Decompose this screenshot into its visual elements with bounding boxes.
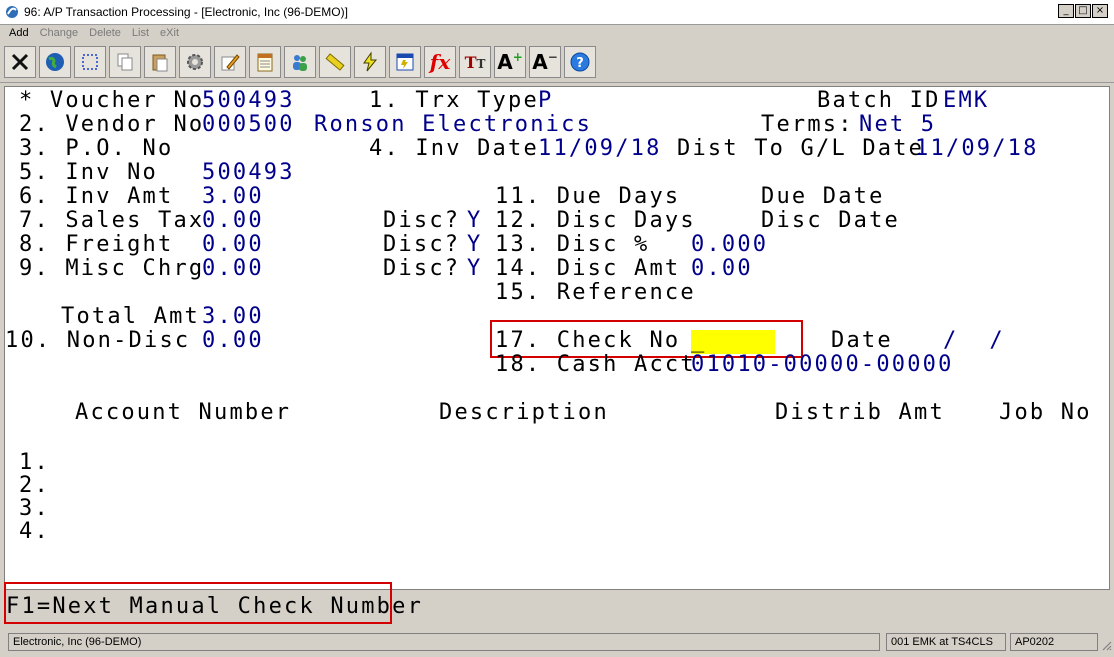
sales-tax-disc-flag[interactable]: Y [467,209,482,233]
toolbar: fx TT A + A − ? [0,42,1114,83]
disc-pct-field[interactable]: 0.000 [691,233,768,257]
sales-tax-field[interactable]: 0.00 [202,209,264,233]
menu-add[interactable]: Add [9,27,29,39]
voucher-label: * Voucher No [19,88,205,113]
terms-value: Net 5 [859,112,937,137]
status-user: 001 EMK at TS4CLS [886,633,1006,651]
freight-field[interactable]: 0.00 [202,233,264,257]
f1-hint-highlight-box [4,582,392,624]
status-bar: Electronic, Inc (96-DEMO) 001 EMK at TS4… [0,632,1114,653]
misc-chrg-label: 9. Misc Chrg [19,256,205,281]
col-distrib-amt: Distrib Amt [775,400,945,425]
misc-chrg-field[interactable]: 0.00 [202,257,264,281]
edit-pencil-icon[interactable] [214,46,246,78]
menu-list[interactable]: List [132,27,149,39]
status-program: AP0202 [1010,633,1098,651]
col-account-number: Account Number [75,400,292,425]
app-icon [6,6,18,18]
ruler-icon[interactable] [319,46,351,78]
disc-date-label: Disc Date [761,208,901,233]
check-no-field[interactable]: _ [691,329,706,353]
font-decrease-icon[interactable]: A − [529,46,561,78]
settings-gear-icon[interactable] [179,46,211,78]
sales-tax-label: 7. Sales Tax [19,208,205,233]
inv-amt-label: 6. Inv Amt [19,184,174,209]
non-disc-label: 10. Non-Disc [5,328,191,353]
inv-no-field[interactable]: 500493 [202,161,295,185]
help-icon[interactable]: ? [564,46,596,78]
minimize-button[interactable]: _ [1058,4,1074,18]
maximize-button[interactable]: □ [1075,4,1091,18]
col-description: Description [439,400,609,425]
misc-disc-label: Disc? [383,256,461,281]
users-icon[interactable] [284,46,316,78]
inv-date-field[interactable]: 11/09/18 [538,137,662,161]
menu-delete[interactable]: Delete [89,27,121,39]
check-no-label: 17. Check No [495,328,681,353]
voucher-no-field[interactable]: 500493 [202,89,295,113]
calculator-icon[interactable] [389,46,421,78]
trx-type-label: 1. Trx Type [369,88,539,113]
function-key-bar: F1=Next Manual Check Number [4,582,1110,626]
window-title: 96: A/P Transaction Processing - [Electr… [24,5,348,19]
terms-label: Terms: [761,112,854,137]
copy-icon[interactable] [109,46,141,78]
function-fx-icon[interactable]: fx [424,46,456,78]
due-days-label: 11. Due Days [495,184,681,209]
close-button[interactable]: × [1092,4,1108,18]
disc-amt-field[interactable]: 0.00 [691,257,753,281]
font-tt-icon[interactable]: TT [459,46,491,78]
disc-days-label: 12. Disc Days [495,208,696,233]
status-company: Electronic, Inc (96-DEMO) [8,633,880,651]
disc-pct-label: 13. Disc % [495,232,650,257]
col-job-no: Job No [999,400,1092,425]
menu-bar: Add Change Delete List eXit [0,24,1114,42]
freight-disc-flag[interactable]: Y [467,233,482,257]
svg-text:?: ? [576,56,584,71]
font-increase-icon[interactable]: A + [494,46,526,78]
paste-icon[interactable] [144,46,176,78]
misc-disc-flag[interactable]: Y [467,257,482,281]
close-x-icon[interactable] [4,46,36,78]
inv-amt-field[interactable]: 3.00 [202,185,264,209]
dist-row-3[interactable]: 3. [19,497,50,521]
vendor-name: Ronson Electronics [314,112,593,137]
menu-change[interactable]: Change [40,27,79,39]
freight-disc-label: Disc? [383,232,461,257]
globe-icon[interactable] [39,46,71,78]
dist-row-4[interactable]: 4. [19,520,50,544]
resize-grip-icon[interactable] [1100,639,1112,651]
menu-exit[interactable]: eXit [160,27,179,39]
dist-row-1[interactable]: 1. [19,451,50,475]
batch-id-value: EMK [943,88,990,113]
due-date-label: Due Date [761,184,885,209]
inv-no-label: 5. Inv No [19,160,159,185]
check-date-field[interactable]: / / [943,329,1005,353]
non-disc-field[interactable]: 0.00 [202,329,264,353]
form-screen: * Voucher No 500493 1. Trx Type P Batch … [4,86,1110,590]
notepad-icon[interactable] [249,46,281,78]
select-box-icon[interactable] [74,46,106,78]
inv-date-label: 4. Inv Date [369,136,539,161]
total-amt-label: Total Amt [61,304,201,329]
vendor-no-field[interactable]: 000500 [202,113,295,137]
freight-label: 8. Freight [19,232,174,257]
dist-gl-date-field[interactable]: 11/09/18 [915,137,1039,161]
check-date-label: Date [831,328,893,353]
lightning-icon[interactable] [354,46,386,78]
batch-id-label: Batch ID [817,88,941,113]
total-amt-value: 3.00 [202,304,264,329]
cash-acct-label: 18. Cash Acct [495,352,696,377]
cash-acct-field[interactable]: 01010-00000-00000 [691,353,954,377]
vendor-label: 2. Vendor No [19,112,205,137]
reference-label: 15. Reference [495,280,696,305]
title-bar: 96: A/P Transaction Processing - [Electr… [0,0,1114,25]
disc-amt-label: 14. Disc Amt [495,256,681,281]
sales-tax-disc-label: Disc? [383,208,461,233]
po-label: 3. P.O. No [19,136,174,161]
dist-gl-date-label: Dist To G/L Date [677,136,925,161]
trx-type-field[interactable]: P [538,89,553,113]
dist-row-2[interactable]: 2. [19,474,50,498]
